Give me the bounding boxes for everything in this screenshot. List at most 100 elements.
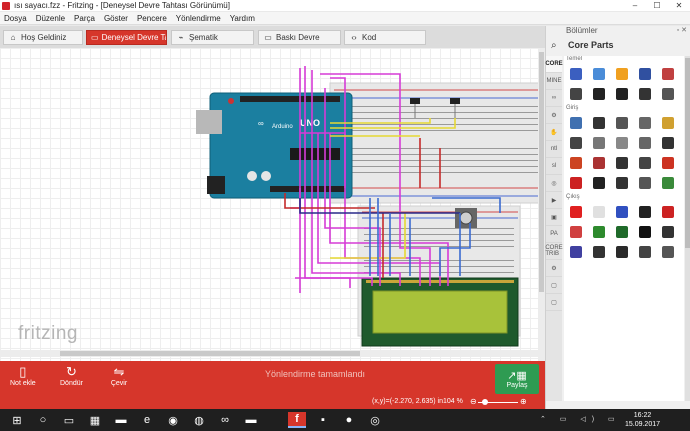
capacitor-ceramic-part[interactable] [612, 65, 632, 83]
lcd-display-part[interactable] [589, 223, 609, 241]
arduino-icon[interactable]: ∞ [216, 412, 234, 428]
mosfet-part[interactable] [635, 85, 655, 103]
ir-sensor-part[interactable] [566, 114, 586, 132]
file-explorer-icon[interactable]: ▬ [112, 412, 130, 428]
bin-tab[interactable]: PA [546, 226, 562, 243]
menu-part[interactable]: Parça [74, 14, 95, 23]
temperature-sensor-part[interactable] [612, 154, 632, 172]
parts-scrollbar[interactable] [685, 56, 690, 401]
potentiometer-part[interactable] [566, 134, 586, 152]
reed-switch-part[interactable] [635, 134, 655, 152]
button-part[interactable] [612, 114, 632, 132]
start-icon[interactable]: ⊞ [8, 412, 26, 428]
keypad-part[interactable] [658, 114, 678, 132]
capacitor-electrolytic-part[interactable] [635, 65, 655, 83]
neopixel-part[interactable] [635, 203, 655, 221]
menu-view[interactable]: Göster [104, 14, 128, 23]
chrome-icon[interactable]: ◉ [164, 412, 182, 428]
edge-icon[interactable]: e [138, 412, 156, 428]
relay-part[interactable] [635, 243, 655, 261]
microphone-part[interactable] [589, 114, 609, 132]
rotary-potentiometer-part[interactable] [589, 65, 609, 83]
menu-file[interactable]: Dosya [4, 14, 27, 23]
seven-segment-part[interactable] [658, 203, 678, 221]
motor-part[interactable] [566, 243, 586, 261]
thermistor-part[interactable] [589, 154, 609, 172]
zoom-out-icon[interactable]: ⊖ [470, 397, 477, 406]
gps-module-part[interactable] [658, 154, 678, 172]
rotate-button[interactable]: ↻ Döndür [60, 364, 83, 387]
menu-window[interactable]: Pencere [137, 14, 167, 23]
solenoid-part[interactable] [658, 243, 678, 261]
tab-pcb[interactable]: ▭ Baskı Devre [258, 30, 341, 45]
servo-part[interactable] [589, 243, 609, 261]
slide-switch-part[interactable] [635, 114, 655, 132]
minimize-button[interactable]: – [624, 0, 646, 11]
bin-tab[interactable]: ▶ [546, 192, 562, 209]
system-tray[interactable]: ⌃ ▭ ◁) ▭ [540, 415, 621, 423]
bin-tab[interactable]: ◎ [546, 175, 562, 192]
add-note-button[interactable]: ▯ Not ekle [10, 364, 36, 387]
stepper-part[interactable] [612, 243, 632, 261]
tab-code[interactable]: ‹› Kod [344, 30, 426, 45]
arduino-uno-board[interactable]: ∞ Arduino UNO [196, 92, 353, 199]
buzzer-part[interactable] [635, 223, 655, 241]
task-view-icon[interactable]: ▭ [60, 412, 78, 428]
transistor-npn-part[interactable] [589, 85, 609, 103]
share-button[interactable]: ↗▦ Paylaş [495, 364, 539, 394]
potentiometer[interactable] [455, 208, 477, 228]
record-icon[interactable]: ● [340, 412, 358, 428]
menu-routing[interactable]: Yönlendirme [176, 14, 221, 23]
panel-float-close-icon[interactable]: ▫ ✕ [677, 26, 687, 34]
lcd-16x2-display[interactable] [361, 277, 519, 347]
maximize-button[interactable]: ☐ [646, 0, 668, 11]
bin-tab[interactable]: ▢ [546, 294, 562, 311]
tab-breadboard[interactable]: ▭ Deneysel Devre Tahtası [86, 30, 167, 45]
search-icon[interactable]: ⌕ [551, 40, 565, 51]
oled-display-part[interactable] [612, 223, 632, 241]
breadboard-canvas[interactable]: ∞ Arduino UNO fritzing [0, 48, 545, 361]
diode-part[interactable] [566, 85, 586, 103]
inductor-part[interactable] [658, 65, 678, 83]
rgb-led-part[interactable] [589, 203, 609, 221]
bin-tab[interactable]: ∞ [546, 90, 562, 107]
zoom-in-icon[interactable]: ⊕ [520, 397, 527, 406]
breadboard-upper[interactable] [329, 82, 538, 204]
close-button[interactable]: ✕ [668, 0, 690, 11]
zoom-slider[interactable]: ⊖ ⊕ [470, 397, 527, 406]
canvas-horizontal-scrollbar[interactable] [0, 350, 538, 357]
resistor-part[interactable] [566, 65, 586, 83]
voltage-regulator-part[interactable] [658, 85, 678, 103]
led-red-part[interactable] [566, 203, 586, 221]
bin-tab[interactable]: ⚙ [546, 107, 562, 124]
taskbar-clock[interactable]: 16:22 15.09.2017 [620, 411, 665, 429]
flip-button[interactable]: ⇋ Çevir [110, 364, 128, 387]
led-matrix-part[interactable] [612, 203, 632, 221]
menu-edit[interactable]: Düzenle [36, 14, 65, 23]
bin-tab[interactable]: MINE [546, 73, 562, 90]
search-icon[interactable]: ○ [34, 412, 52, 428]
photocell-part[interactable] [566, 154, 586, 172]
firefox-icon[interactable]: ◍ [190, 412, 208, 428]
menu-help[interactable]: Yardım [230, 14, 255, 23]
tab-schematic[interactable]: ⌁ Şematik [171, 30, 254, 45]
bin-tab[interactable]: CORE [545, 56, 563, 73]
pressure-sensor-part[interactable] [635, 154, 655, 172]
speaker-part[interactable] [658, 223, 678, 241]
hall-sensor-part[interactable] [612, 174, 632, 192]
explorer-folder-icon[interactable]: ▬ [242, 412, 260, 428]
canvas-vertical-scrollbar[interactable] [538, 48, 545, 361]
bin-tab[interactable]: sl [546, 158, 562, 175]
bin-tab[interactable]: ▣ [546, 209, 562, 226]
fritzing-taskbar-icon[interactable]: f [288, 412, 306, 428]
circuit-drawing[interactable]: ∞ Arduino UNO [0, 48, 538, 361]
app-icon-dark[interactable]: ▪ [314, 412, 332, 428]
humidity-sensor-part[interactable] [566, 174, 586, 192]
tab-welcome[interactable]: ⌂ Hoş Geldiniz [3, 30, 83, 45]
store-icon[interactable]: ▦ [86, 412, 104, 428]
ultrasonic-sensor-part[interactable] [589, 174, 609, 192]
parts-list[interactable]: Temel Giriş Çıkış [564, 56, 684, 401]
switch-part[interactable] [589, 134, 609, 152]
force-sensor-part[interactable] [635, 174, 655, 192]
bin-tab[interactable]: ⚙ [546, 260, 562, 277]
